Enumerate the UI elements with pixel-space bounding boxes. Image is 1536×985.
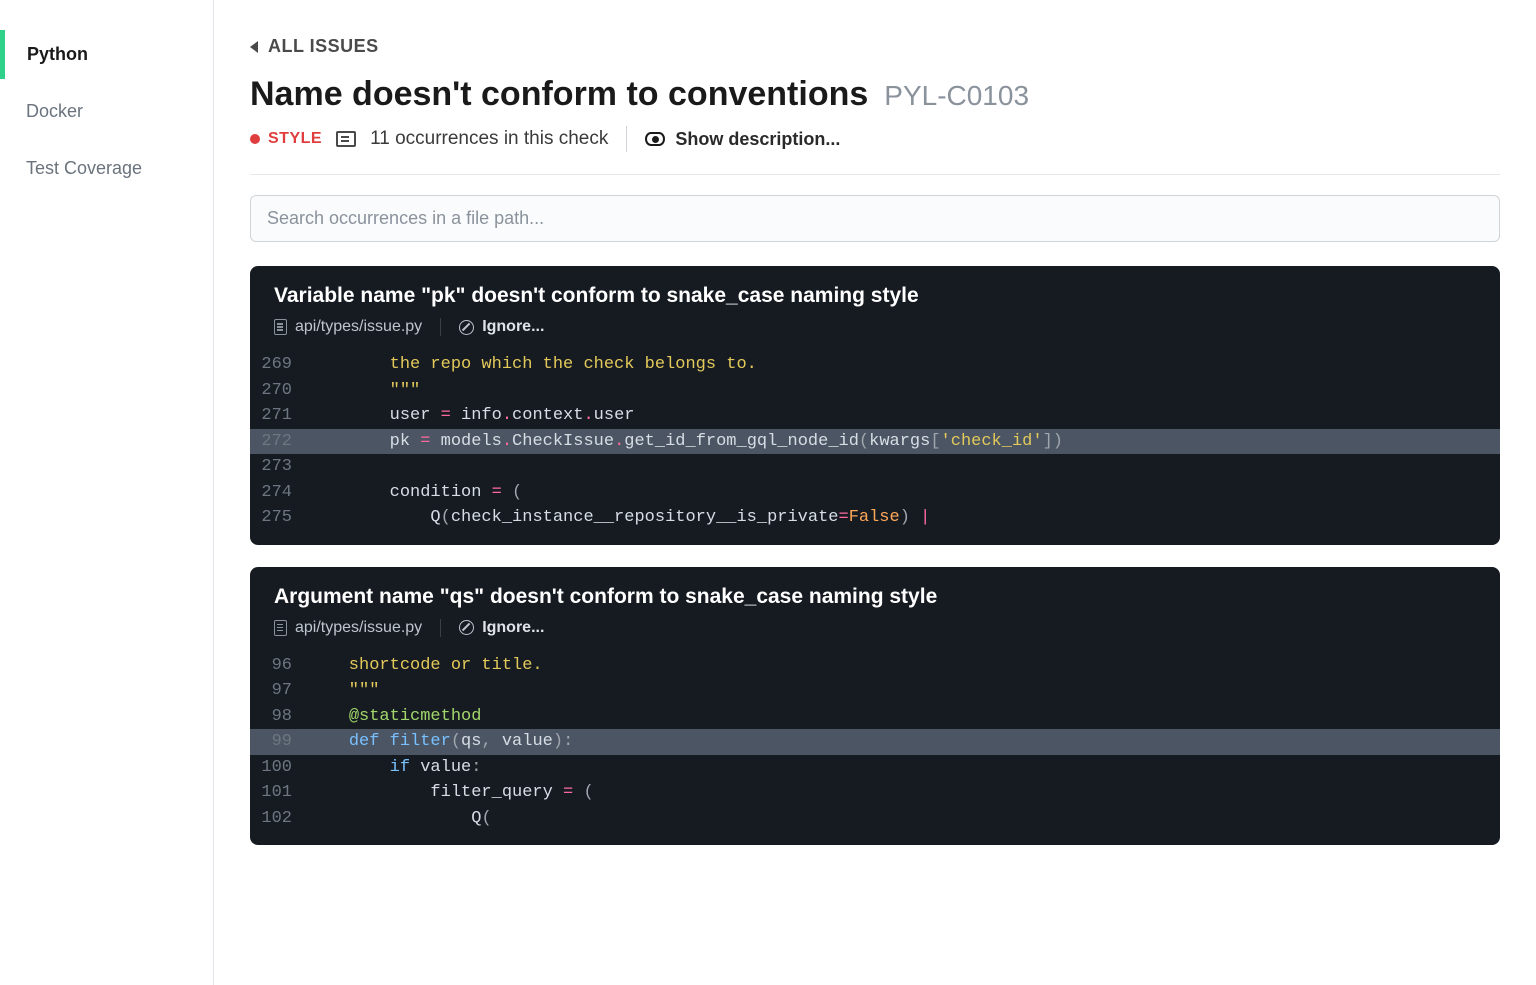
sidebar-item-test-coverage[interactable]: Test Coverage — [0, 144, 213, 193]
code-line: 272 pk = models.CheckIssue.get_id_from_g… — [250, 429, 1500, 455]
line-number: 97 — [250, 678, 308, 704]
file-icon — [274, 319, 287, 335]
ignore-button[interactable]: Ignore... — [459, 619, 544, 637]
code-text: def filter(qs, value): — [308, 729, 573, 755]
code-text: user = info.context.user — [308, 403, 634, 429]
line-number: 102 — [250, 806, 308, 832]
file-path: api/types/issue.py — [295, 619, 422, 637]
file-chip[interactable]: api/types/issue.py — [274, 619, 441, 637]
code-text: Q(check_instance__repository__is_private… — [308, 505, 930, 531]
issue-title: Name doesn't conform to conventions — [250, 75, 868, 114]
line-number: 274 — [250, 480, 308, 506]
code-line: 270 """ — [250, 378, 1500, 404]
code-body: 269 the repo which the check belongs to.… — [250, 352, 1500, 545]
line-number: 270 — [250, 378, 308, 404]
line-number: 272 — [250, 429, 308, 455]
show-description-button[interactable]: Show description... — [645, 129, 840, 150]
code-line: 274 condition = ( — [250, 480, 1500, 506]
ignore-label: Ignore... — [482, 318, 544, 336]
show-description-label: Show description... — [675, 129, 840, 150]
sidebar-item-docker[interactable]: Docker — [0, 87, 213, 136]
line-number: 273 — [250, 454, 308, 480]
code-block: Variable name "pk" doesn't conform to sn… — [250, 266, 1500, 545]
line-number: 101 — [250, 780, 308, 806]
line-number: 100 — [250, 755, 308, 781]
code-line: 97 """ — [250, 678, 1500, 704]
style-tag: STYLE — [250, 130, 322, 148]
code-block: Argument name "qs" doesn't conform to sn… — [250, 567, 1500, 846]
line-number: 99 — [250, 729, 308, 755]
issue-code: PYL-C0103 — [884, 80, 1029, 112]
code-line: 102 Q( — [250, 806, 1500, 832]
code-line: 100 if value: — [250, 755, 1500, 781]
occurrence-title: Variable name "pk" doesn't conform to sn… — [274, 284, 1476, 308]
code-body: 96 shortcode or title.97 """98 @staticme… — [250, 653, 1500, 846]
code-text: filter_query = ( — [308, 780, 594, 806]
code-text: Q( — [308, 806, 492, 832]
line-number: 275 — [250, 505, 308, 531]
file-icon — [274, 620, 287, 636]
sidebar: Python Docker Test Coverage — [0, 0, 214, 985]
code-text: if value: — [308, 755, 481, 781]
code-line: 275 Q(check_instance__repository__is_pri… — [250, 505, 1500, 531]
code-text: pk = models.CheckIssue.get_id_from_gql_n… — [308, 429, 1063, 455]
code-line: 99 def filter(qs, value): — [250, 729, 1500, 755]
file-path: api/types/issue.py — [295, 318, 422, 336]
code-line: 271 user = info.context.user — [250, 403, 1500, 429]
line-number: 269 — [250, 352, 308, 378]
separator — [626, 126, 627, 152]
code-line: 98 @staticmethod — [250, 704, 1500, 730]
code-text: condition = ( — [308, 480, 522, 506]
ignore-label: Ignore... — [482, 619, 544, 637]
breadcrumb[interactable]: ALL ISSUES — [250, 36, 1536, 57]
ban-icon — [459, 320, 474, 335]
occurrences-text: 11 occurrences in this check — [370, 128, 608, 150]
eye-icon — [645, 132, 665, 146]
code-text: """ — [308, 678, 379, 704]
line-number: 271 — [250, 403, 308, 429]
occurrence-title: Argument name "qs" doesn't conform to sn… — [274, 585, 1476, 609]
code-line: 96 shortcode or title. — [250, 653, 1500, 679]
code-text: the repo which the check belongs to. — [308, 352, 757, 378]
list-icon — [336, 131, 356, 147]
code-text: """ — [308, 378, 420, 404]
sidebar-item-python[interactable]: Python — [0, 30, 213, 79]
code-text: shortcode or title. — [308, 653, 543, 679]
ban-icon — [459, 620, 474, 635]
search-input[interactable] — [250, 195, 1500, 242]
status-dot-icon — [250, 134, 260, 144]
tag-label: STYLE — [268, 130, 322, 148]
code-line: 269 the repo which the check belongs to. — [250, 352, 1500, 378]
code-line: 101 filter_query = ( — [250, 780, 1500, 806]
chevron-left-icon — [250, 41, 258, 53]
breadcrumb-label: ALL ISSUES — [268, 36, 379, 57]
code-text: @staticmethod — [308, 704, 481, 730]
main-content: ALL ISSUES Name doesn't conform to conve… — [214, 0, 1536, 985]
file-chip[interactable]: api/types/issue.py — [274, 318, 441, 336]
line-number: 98 — [250, 704, 308, 730]
ignore-button[interactable]: Ignore... — [459, 318, 544, 336]
code-line: 273 — [250, 454, 1500, 480]
line-number: 96 — [250, 653, 308, 679]
